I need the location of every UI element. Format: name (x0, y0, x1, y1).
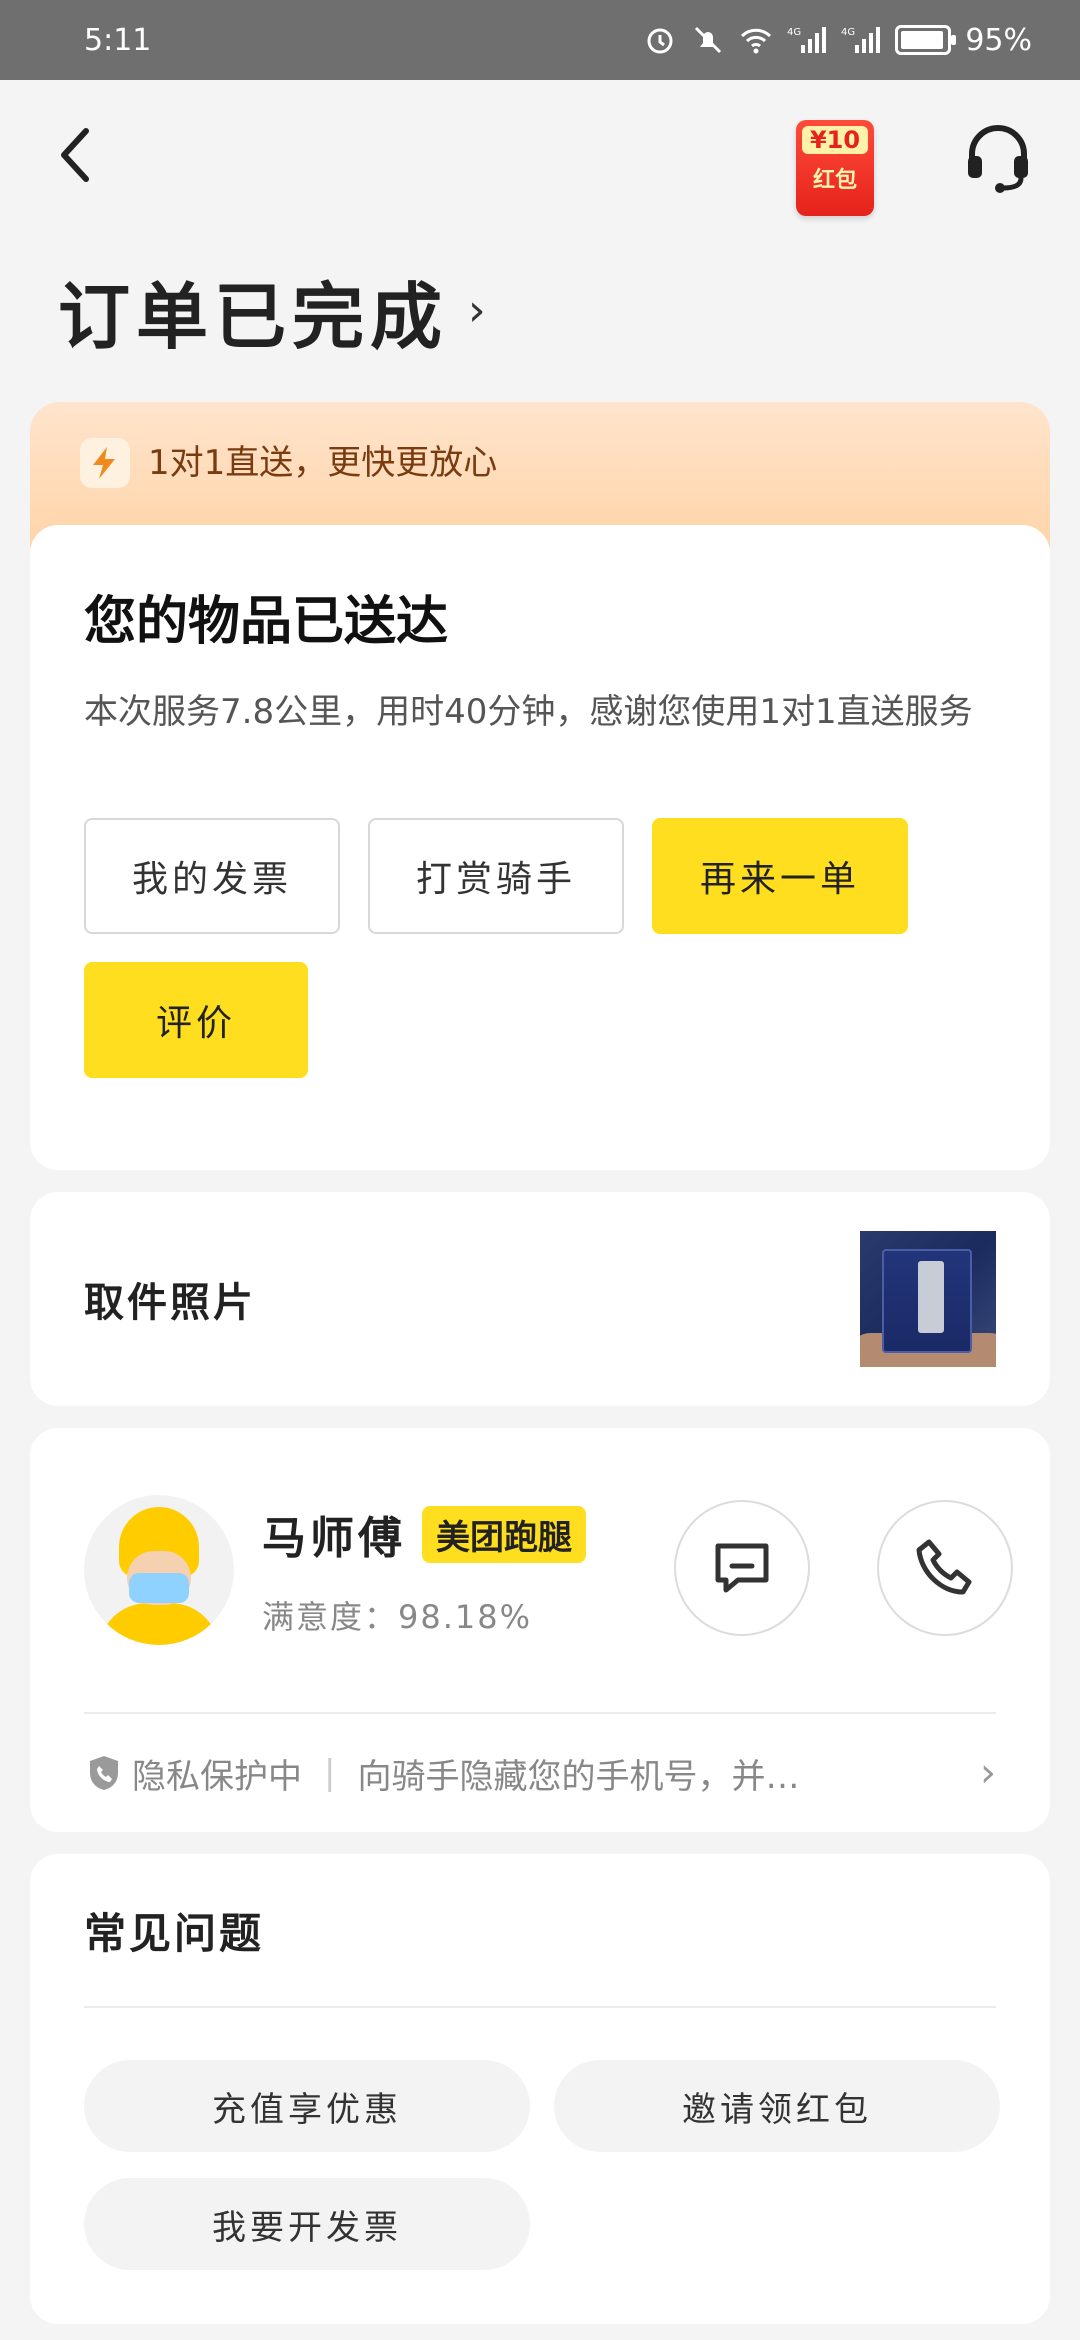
wifi-icon (741, 28, 772, 54)
delivery-description: 本次服务7.8公里，用时40分钟，感谢您使用1对1直送服务 (84, 692, 973, 732)
chevron-right-icon: › (468, 285, 492, 336)
faq-card: 常见问题 充值享优惠 邀请领红包 我要开发票 (30, 1854, 1050, 2324)
battery-percent: 95% (965, 22, 1032, 58)
delivery-status-card: 您的物品已送达 本次服务7.8公里，用时40分钟，感谢您使用1对1直送服务 我的… (30, 525, 1050, 1170)
faq-title: 常见问题 (84, 1908, 265, 1958)
reorder-button[interactable]: 再来一单 (652, 818, 908, 934)
mute-bell-icon (695, 26, 722, 54)
call-rider-button[interactable] (877, 1500, 1013, 1636)
red-packet-button[interactable]: ¥10 红包 (796, 120, 874, 216)
rider-name: 马师傅 (262, 1513, 406, 1564)
lightning-icon (80, 438, 130, 488)
faq-item-recharge[interactable]: 充值享优惠 (84, 2060, 530, 2152)
back-arrow-icon (61, 128, 89, 182)
pickup-photo-label: 取件照片 (84, 1280, 256, 1326)
delivery-heading: 您的物品已送达 (84, 592, 449, 652)
signal-4g-icon-2: 4G (841, 27, 881, 53)
phone-icon (916, 1539, 972, 1595)
rider-rating: 满意度：98.18% (262, 1598, 533, 1636)
rider-avatar (84, 1495, 234, 1645)
message-rider-button[interactable] (674, 1500, 810, 1636)
faq-item-invite[interactable]: 邀请领红包 (554, 2060, 1000, 2152)
tip-rider-button[interactable]: 打赏骑手 (368, 818, 624, 934)
order-status-title[interactable]: 订单已完成 › (58, 258, 492, 363)
invoice-button[interactable]: 我的发票 (84, 818, 340, 934)
customer-service-button[interactable] (960, 118, 1036, 194)
divider (84, 2006, 996, 2008)
svg-text:4G: 4G (787, 27, 801, 38)
promo-text: 1对1直送，更快更放心 (148, 443, 498, 483)
shield-phone-icon (90, 1756, 118, 1790)
pickup-photo-card: 取件照片 (30, 1192, 1050, 1406)
faq-item-invoice[interactable]: 我要开发票 (84, 2178, 530, 2270)
rider-card: 马师傅 美团跑腿 满意度：98.18% 隐私保护中 | 向骑手隐藏您的手机号，并… (30, 1428, 1050, 1832)
pickup-photo-thumbnail[interactable] (860, 1231, 996, 1367)
status-time: 5:11 (84, 22, 152, 58)
battery-icon (895, 25, 957, 55)
svg-text:4G: 4G (841, 27, 855, 38)
status-bar: 5:11 4G 4G 95% (0, 0, 1080, 80)
red-packet-label: 红包 (812, 168, 857, 193)
red-packet-amount: ¥10 (802, 126, 868, 154)
service-badge: 美团跑腿 (422, 1505, 586, 1563)
privacy-label: 隐私保护中 (132, 1756, 302, 1797)
status-icons: 4G 4G 95% (643, 23, 1032, 58)
chevron-right-icon: › (980, 1750, 996, 1796)
alarm-icon (647, 28, 673, 54)
privacy-protection-row[interactable]: 隐私保护中 | 向骑手隐藏您的手机号，并… › (84, 1714, 996, 1832)
back-button[interactable] (56, 120, 116, 190)
page-title: 订单已完成 (58, 275, 449, 359)
review-button[interactable]: 评价 (84, 962, 308, 1078)
separator: | (324, 1753, 336, 1793)
action-buttons: 我的发票 打赏骑手 再来一单 评价 (84, 818, 996, 1078)
privacy-description: 向骑手隐藏您的手机号，并… (357, 1756, 800, 1797)
signal-4g-icon: 4G (787, 27, 827, 53)
chat-icon (715, 1543, 769, 1593)
headset-icon (968, 125, 1028, 193)
faq-list: 充值享优惠 邀请领红包 我要开发票 (84, 2060, 1000, 2270)
